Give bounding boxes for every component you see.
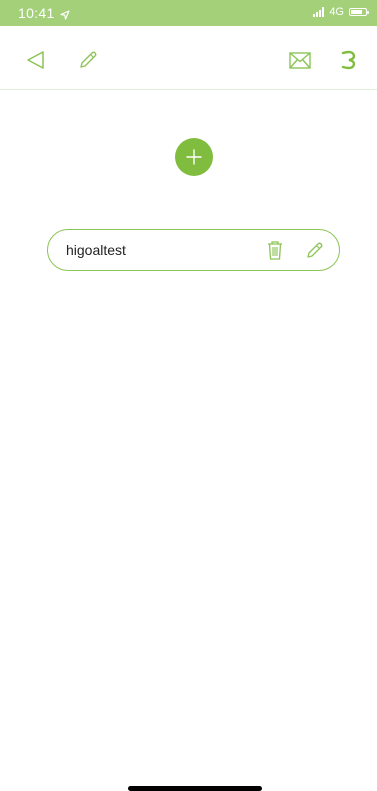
mail-button[interactable] — [288, 48, 312, 72]
signal-icon — [313, 7, 325, 17]
status-bar: 10:41 4G — [0, 0, 377, 26]
location-arrow-icon — [60, 7, 70, 25]
battery-icon — [349, 8, 369, 16]
plus-icon — [186, 149, 202, 165]
menu-button[interactable] — [336, 48, 360, 72]
add-button[interactable] — [175, 138, 213, 176]
status-time: 10:41 — [18, 5, 55, 21]
trash-icon — [268, 241, 282, 260]
edit-item-button[interactable] — [304, 239, 326, 261]
app-screen: 10:41 4G higoaltest — [0, 0, 377, 791]
envelope-icon — [289, 52, 311, 69]
back-triangle-icon — [27, 51, 44, 69]
network-label: 4G — [329, 6, 344, 18]
delete-button[interactable] — [264, 239, 286, 261]
pencil-icon — [80, 51, 97, 68]
back-button[interactable] — [24, 48, 48, 72]
nav-bar — [0, 26, 377, 90]
reverse-c-icon — [341, 50, 356, 70]
pencil-icon — [307, 242, 323, 258]
list-item[interactable]: higoaltest — [47, 229, 340, 271]
status-indicators: 4G — [313, 6, 369, 18]
list-item-label: higoaltest — [66, 242, 126, 258]
home-indicator[interactable] — [128, 786, 262, 791]
edit-button[interactable] — [76, 48, 100, 72]
